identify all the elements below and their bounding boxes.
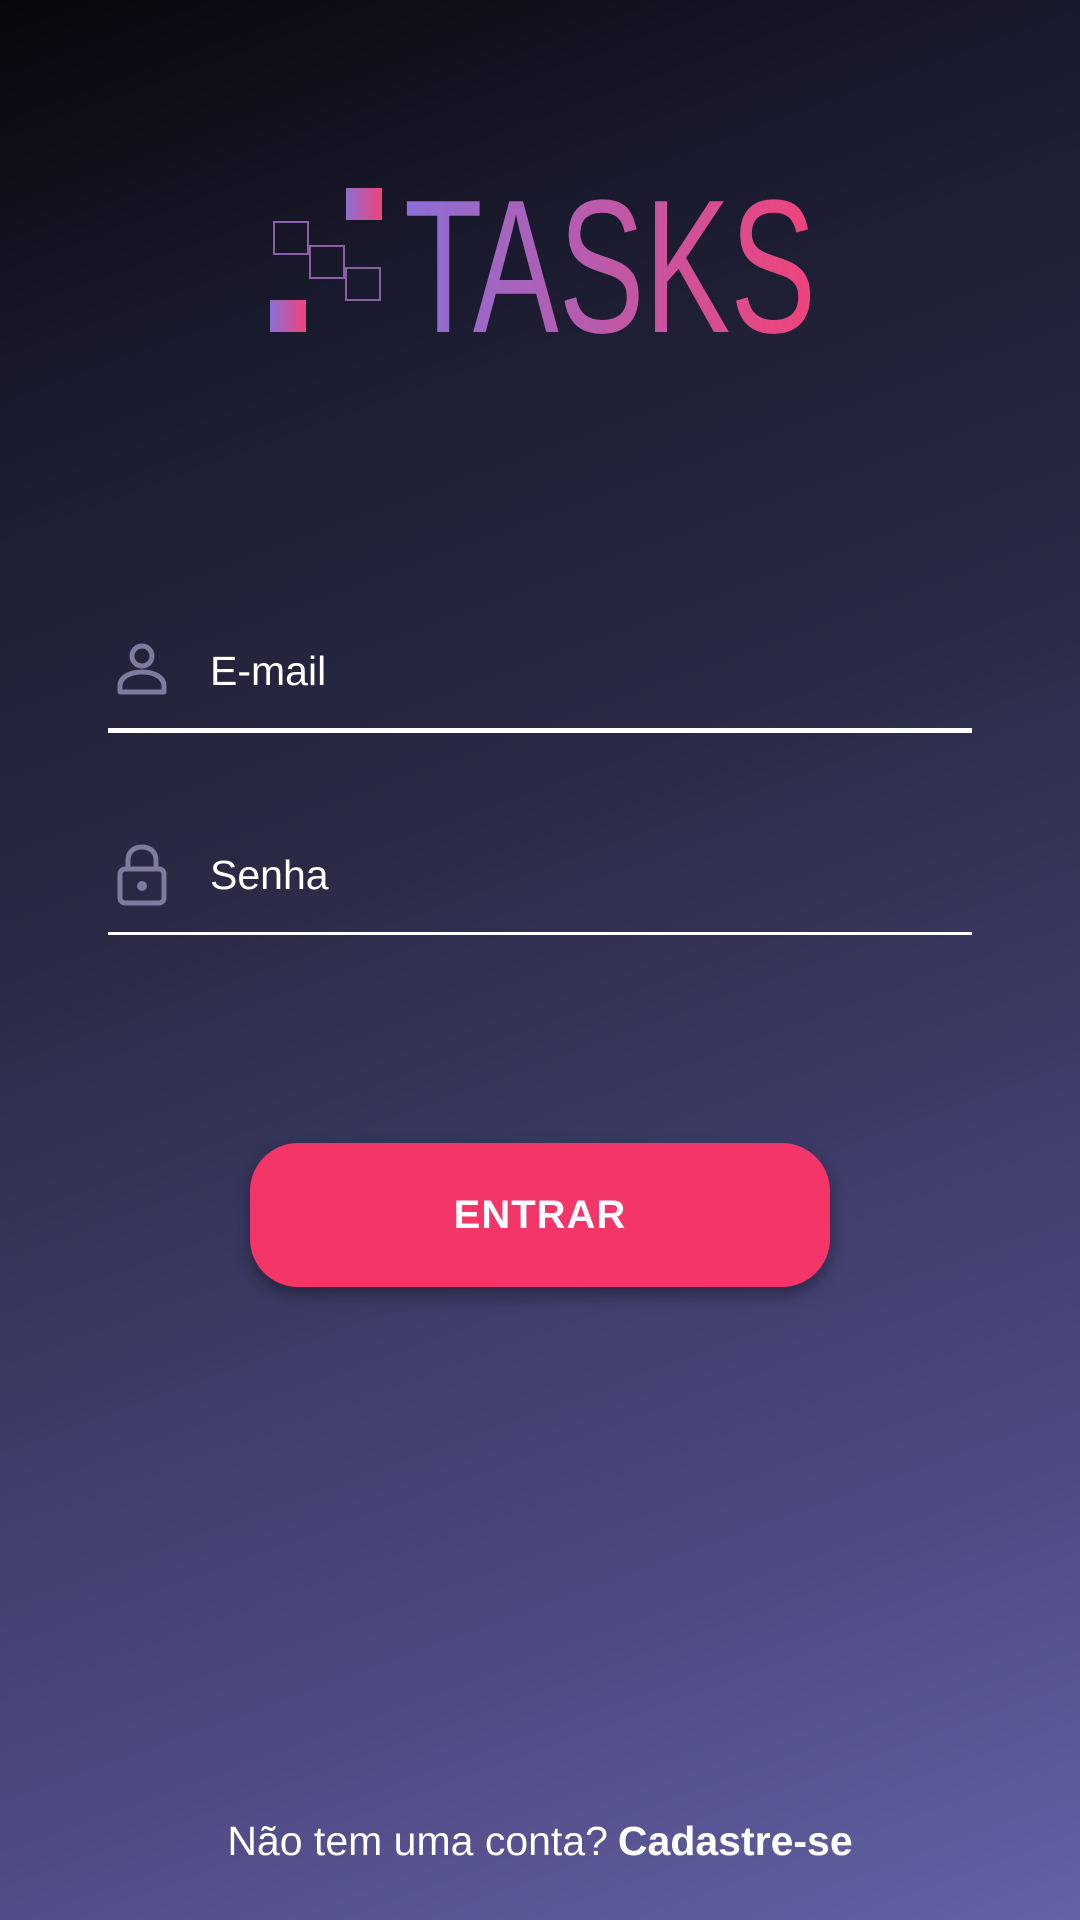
password-input[interactable]	[210, 840, 950, 910]
password-field[interactable]	[108, 832, 972, 935]
person-icon	[112, 638, 172, 702]
logo-wordmark: TASKS	[404, 184, 816, 334]
login-button[interactable]: ENTRAR	[250, 1143, 830, 1287]
tasks-logo-icon: TASKS	[270, 184, 816, 334]
app-logo: TASKS	[268, 184, 820, 334]
signup-row: Não tem uma conta? Cadastre-se	[0, 1818, 1080, 1865]
lock-icon	[112, 842, 172, 906]
email-input[interactable]	[210, 636, 950, 706]
signup-prompt: Não tem uma conta?	[227, 1818, 608, 1864]
signup-link[interactable]: Cadastre-se	[618, 1818, 853, 1864]
email-field[interactable]	[108, 628, 972, 733]
